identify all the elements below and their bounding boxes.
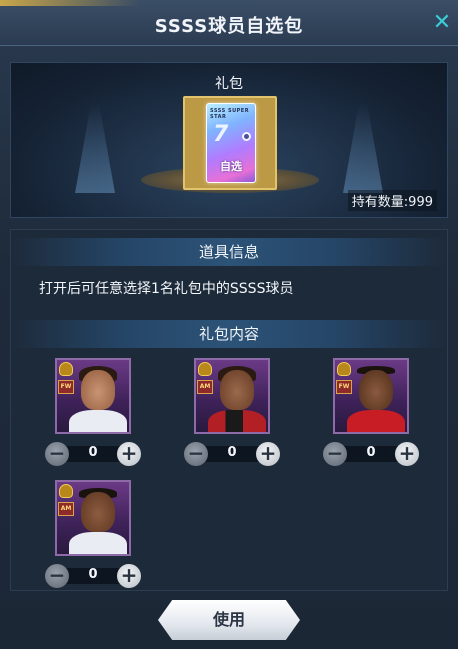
- player-slot-3: FW − 0 +: [323, 358, 419, 470]
- item-info-header: 道具信息: [11, 238, 447, 266]
- light-beam-right: [343, 103, 383, 193]
- quantity-value: 0: [88, 567, 98, 582]
- minus-button[interactable]: −: [45, 442, 69, 466]
- pack-label: 礼包: [215, 76, 243, 92]
- player-portrait: [220, 370, 254, 410]
- position-badge: FW: [58, 380, 74, 394]
- info-panel: 道具信息 打开后可任意选择1名礼包中的SSSS球员 礼包内容 FW − 0 + …: [10, 229, 448, 591]
- quantity-stepper: − 0 +: [323, 442, 419, 466]
- pack-card-image: SSSS SUPER STAR 7 自选: [206, 103, 256, 183]
- quantity-value: 0: [88, 445, 98, 460]
- player-slot-2: AM − 0 +: [184, 358, 280, 470]
- plus-button[interactable]: +: [117, 564, 141, 588]
- pack-showcase: 礼包 SSSS SUPER STAR 7 自选 持有数量:999: [10, 62, 448, 218]
- quantity-stepper: − 0 +: [45, 442, 141, 466]
- plus-button[interactable]: +: [256, 442, 280, 466]
- plus-button[interactable]: +: [395, 442, 419, 466]
- player-card[interactable]: AM: [55, 480, 131, 556]
- player-shirt: [347, 410, 405, 432]
- minus-button[interactable]: −: [184, 442, 208, 466]
- player-slot-1: FW − 0 +: [45, 358, 141, 470]
- club-badge-icon: [198, 362, 212, 376]
- player-card[interactable]: FW: [55, 358, 131, 434]
- player-portrait: [359, 370, 393, 410]
- title-bar: SSSS球员自选包 ✕: [0, 0, 458, 46]
- pack-contents-header: 礼包内容: [11, 320, 447, 348]
- title-accent: [0, 0, 140, 6]
- quantity-stepper: − 0 +: [184, 442, 280, 466]
- player-shirt: [69, 410, 127, 432]
- player-card[interactable]: FW: [333, 358, 409, 434]
- quantity-stepper: − 0 +: [45, 564, 141, 588]
- pack-tag: 自选: [220, 160, 242, 173]
- plus-button[interactable]: +: [117, 442, 141, 466]
- player-portrait: [81, 492, 115, 532]
- player-portrait: [81, 370, 115, 410]
- minus-button[interactable]: −: [45, 564, 69, 588]
- position-badge: AM: [58, 502, 74, 516]
- use-button[interactable]: 使用: [158, 600, 300, 640]
- quantity-value: 0: [366, 445, 376, 460]
- player-card[interactable]: AM: [194, 358, 270, 434]
- club-badge-icon: [59, 484, 73, 498]
- dialog-title: SSSS球员自选包: [154, 16, 304, 37]
- position-badge: FW: [336, 380, 352, 394]
- close-icon[interactable]: ✕: [430, 12, 454, 36]
- player-shirt: [69, 532, 127, 554]
- item-description: 打开后可任意选择1名礼包中的SSSS球员: [39, 281, 294, 297]
- light-beam-left: [75, 103, 115, 193]
- player-shirt: [208, 410, 266, 432]
- player-slot-4: AM − 0 +: [45, 480, 141, 592]
- pack-icon-frame[interactable]: SSSS SUPER STAR 7 自选: [183, 96, 277, 190]
- quantity-value: 0: [227, 445, 237, 460]
- pack-dialog: SSSS球员自选包 ✕ 礼包 SSSS SUPER STAR 7 自选 持有数量…: [0, 0, 458, 649]
- pack-brand-text: SSSS SUPER STAR: [210, 108, 250, 120]
- owned-quantity: 持有数量:999: [347, 190, 437, 211]
- club-badge-icon: [59, 362, 73, 376]
- coin-icon: [242, 132, 251, 141]
- position-badge: AM: [197, 380, 213, 394]
- pack-emblem: 7: [213, 122, 229, 147]
- minus-button[interactable]: −: [323, 442, 347, 466]
- club-badge-icon: [337, 362, 351, 376]
